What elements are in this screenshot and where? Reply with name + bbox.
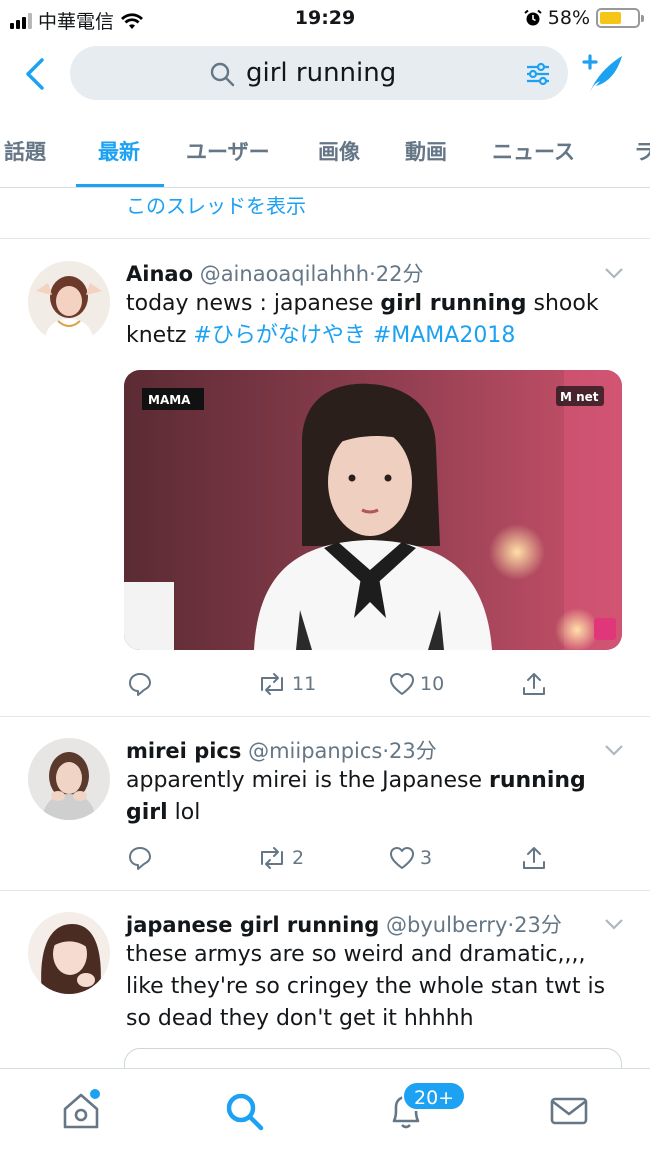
like-button[interactable]: 3 [388, 844, 432, 872]
divider [0, 238, 650, 239]
share-icon [523, 673, 545, 695]
tweet-text: apparently mirei is the Japanese running… [126, 768, 586, 825]
retweet-count: 2 [292, 847, 305, 869]
tweet-text: these armys are so weird and dramatic,,,… [126, 942, 606, 1031]
tweet-time: 23分 [514, 913, 562, 937]
tweet-text: today news : japanese girl running shook… [126, 291, 599, 348]
tab-more[interactable]: ラ [634, 136, 650, 166]
divider [0, 890, 650, 891]
reply-button[interactable] [126, 844, 158, 872]
heart-icon [390, 673, 414, 695]
tab-videos[interactable]: 動画 [405, 136, 447, 166]
separator-dot: · [369, 262, 376, 286]
share-icon [523, 847, 545, 869]
chevron-down-icon[interactable] [604, 917, 624, 931]
heart-icon [390, 847, 414, 869]
like-button[interactable]: 10 [388, 670, 444, 698]
divider [0, 716, 650, 717]
battery-icon [596, 8, 644, 28]
avatar[interactable] [28, 261, 110, 343]
mama-logo: MAMA [148, 393, 191, 407]
status-right: 58% [524, 7, 644, 29]
notification-badge: 20+ [402, 1081, 467, 1111]
tweet-header: mirei pics @miipanpics·23分 [126, 735, 437, 765]
retweet-icon [261, 847, 283, 869]
reply-icon [129, 847, 151, 870]
tweet-actions: 2 3 [126, 844, 556, 878]
display-name[interactable]: Ainao [126, 262, 193, 286]
retweet-button[interactable]: 11 [256, 670, 316, 698]
status-bar: 中華電信 19:29 58% [0, 0, 650, 38]
new-content-dot [90, 1089, 100, 1099]
avatar[interactable] [28, 738, 110, 820]
retweet-button[interactable]: 2 [256, 844, 304, 872]
tweet-header: japanese girl running @byulberry·23分 [126, 909, 562, 939]
search-input[interactable]: girl running [70, 46, 568, 100]
hashtag-link[interactable]: #MAMA2018 [373, 323, 515, 348]
user-handle[interactable]: @miipanpics [248, 739, 382, 763]
tweet-time: 23分 [389, 739, 437, 763]
battery-percent: 58% [547, 7, 590, 29]
tweet-actions: 11 10 [126, 670, 556, 704]
share-button[interactable] [520, 670, 548, 698]
reply-button[interactable] [126, 670, 158, 698]
retweet-count: 11 [292, 673, 317, 695]
search-tabs: 話題 最新 ユーザー 画像 動画 ニュース ラ [0, 120, 650, 188]
reply-icon [129, 673, 151, 696]
user-handle[interactable]: @ainaoaqilahhh [200, 262, 369, 286]
like-count: 10 [420, 673, 445, 695]
tab-topics[interactable]: 話題 [4, 136, 46, 166]
tab-images[interactable]: 画像 [318, 136, 360, 166]
active-tab-indicator [76, 184, 164, 187]
compose-tweet-icon[interactable] [578, 48, 628, 98]
retweet-icon [261, 673, 283, 695]
tab-news[interactable]: ニュース [492, 136, 575, 166]
avatar[interactable] [28, 912, 110, 994]
hashtag-link[interactable]: #ひらがなけやき [193, 323, 365, 348]
filter-icon[interactable] [524, 60, 552, 88]
search-query[interactable]: girl running [246, 58, 396, 88]
alarm-icon [524, 9, 542, 26]
chevron-down-icon[interactable] [604, 743, 624, 757]
display-name[interactable]: mirei pics [126, 739, 241, 763]
tab-latest[interactable]: 最新 [98, 136, 140, 166]
show-thread-link[interactable]: このスレッドを表示 [126, 190, 306, 219]
bottom-nav: 20+ [0, 1068, 650, 1156]
tweet-time: 22分 [375, 262, 424, 286]
share-button[interactable] [520, 844, 548, 872]
search-header: girl running [0, 38, 650, 110]
like-count: 3 [420, 847, 433, 869]
messages-icon[interactable] [547, 1089, 591, 1133]
search-icon [210, 62, 235, 87]
user-handle[interactable]: @byulberry [386, 913, 507, 937]
tab-users[interactable]: ユーザー [186, 136, 270, 166]
tweet-header: Ainao @ainaoaqilahhh·22分 [126, 258, 424, 288]
mnet-logo: M net [560, 390, 599, 404]
tweet-media-image[interactable]: MAMA M net [124, 370, 622, 650]
display-name[interactable]: japanese girl running [126, 913, 379, 937]
back-chevron-icon[interactable] [18, 54, 52, 94]
search-icon[interactable] [222, 1089, 266, 1133]
chevron-down-icon[interactable] [604, 266, 624, 280]
